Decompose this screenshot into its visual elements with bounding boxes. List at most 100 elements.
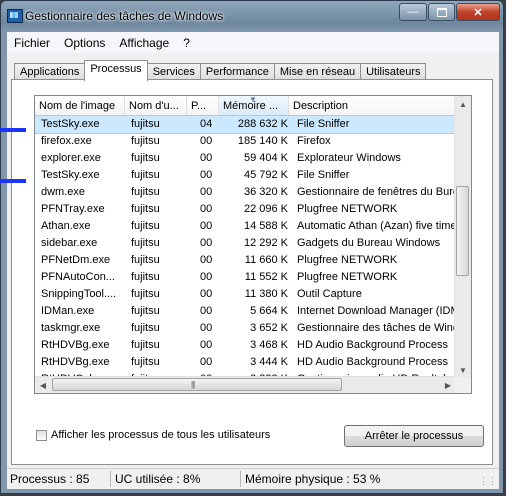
grip-icon: ||| [191, 380, 195, 389]
processes-panel: Nom de l'image Nom d'u... P... ▼ Mémoire… [11, 79, 493, 465]
show-all-processes-option[interactable]: Afficher les processus de tous les utili… [36, 429, 270, 441]
vertical-scrollbar[interactable]: ▲ ▼ [454, 96, 471, 378]
menu-fichier[interactable]: Fichier [7, 36, 57, 50]
tab-strip: Applications Processus Services Performa… [14, 60, 427, 81]
title-bar[interactable]: Gestionnaire des tâches de Windows — ✕ [1, 1, 503, 31]
status-bar: Processus : 85 UC utilisée : 8% Mémoire … [7, 468, 499, 489]
process-row[interactable]: dwm.exe fujitsu 00 36 320 K Gestionnaire de … [35, 184, 471, 201]
process-name: explorer.exe [41, 152, 101, 164]
process-name: firefox.exe [41, 135, 92, 147]
process-cpu: 00 [200, 356, 213, 368]
minimize-button[interactable]: — [399, 3, 427, 21]
process-description: Internet Download Manager (IDM) [297, 305, 464, 317]
process-row[interactable]: TestSky.exe fujitsu 00 45 792 K File Sniffer [35, 167, 471, 184]
column-image-name[interactable]: Nom de l'image [35, 96, 125, 116]
process-memory: 5 664 K [250, 305, 288, 317]
process-cpu: 00 [200, 271, 213, 283]
scroll-down-icon[interactable]: ▼ [455, 362, 471, 378]
process-name: sidebar.exe [41, 237, 98, 249]
process-name: SnippingTool.... [41, 288, 117, 300]
status-memory: Mémoire physique : 53 % [245, 472, 381, 486]
process-user: fujitsu [131, 118, 160, 130]
process-description: Outil Capture [297, 288, 362, 300]
process-user: fujitsu [131, 186, 160, 198]
resize-grip-icon[interactable]: ⋮⋮ [479, 476, 497, 487]
process-row[interactable]: PFNTray.exe fujitsu 00 22 096 K Plugfree NET… [35, 201, 471, 218]
column-memory[interactable]: ▼ Mémoire ... [219, 96, 289, 116]
column-cpu[interactable]: P... [187, 96, 219, 116]
close-button[interactable]: ✕ [456, 3, 500, 21]
process-memory: 3 468 K [250, 339, 288, 351]
process-cpu: 00 [200, 135, 213, 147]
process-memory: 45 792 K [243, 169, 288, 181]
process-memory: 288 632 K [237, 118, 288, 130]
process-name: TestSky.exe [41, 118, 100, 130]
scroll-right-icon[interactable]: ▶ [440, 377, 456, 393]
process-cpu: 00 [200, 305, 213, 317]
process-row[interactable]: firefox.exe fujitsu 00 185 140 K Firefox [35, 133, 471, 150]
process-user: fujitsu [131, 254, 160, 266]
menu-affichage[interactable]: Affichage [112, 36, 176, 50]
process-name: Athan.exe [41, 220, 91, 232]
process-row[interactable]: Athan.exe fujitsu 00 14 588 K Automatic Ath… [35, 218, 471, 235]
process-row[interactable]: sidebar.exe fujitsu 00 12 292 K Gadgets du B… [35, 235, 471, 252]
process-row[interactable]: PFNetDm.exe fujitsu 00 11 660 K Plugfree NET… [35, 252, 471, 269]
process-cpu: 04 [200, 118, 213, 130]
task-manager-icon [7, 9, 23, 23]
scroll-up-icon[interactable]: ▲ [455, 96, 471, 112]
column-user-name[interactable]: Nom d'u... [125, 96, 187, 116]
task-manager-window: Gestionnaire des tâches de Windows — ✕ F… [0, 0, 504, 494]
process-memory: 36 320 K [243, 186, 288, 198]
client-area: Fichier Options Affichage ? Applications… [6, 31, 500, 489]
highlight-marker [0, 128, 26, 132]
vertical-scroll-thumb[interactable] [456, 186, 469, 276]
process-list[interactable]: Nom de l'image Nom d'u... P... ▼ Mémoire… [34, 95, 472, 394]
process-memory: 12 292 K [243, 237, 288, 249]
process-name: taskmgr.exe [41, 322, 101, 334]
process-user: fujitsu [131, 220, 160, 232]
status-cpu: UC utilisée : 8% [111, 471, 241, 487]
process-row[interactable]: RtHDVBg.exe fujitsu 00 3 468 K HD Audio Back… [35, 337, 471, 354]
process-user: fujitsu [131, 135, 160, 147]
process-description: Plugfree NETWORK [297, 271, 398, 283]
process-user: fujitsu [131, 305, 160, 317]
tab-processus[interactable]: Processus [84, 60, 148, 81]
horizontal-scrollbar[interactable]: ◀ ||| ▶ [35, 376, 456, 393]
process-name: PFNTray.exe [41, 203, 105, 215]
menu-options[interactable]: Options [57, 36, 112, 50]
end-process-button[interactable]: Arrêter le processus [344, 425, 484, 447]
show-all-label: Afficher les processus de tous les utili… [51, 429, 271, 441]
scrollbar-corner [455, 377, 471, 393]
process-row[interactable]: taskmgr.exe fujitsu 00 3 652 K Gestionnaire … [35, 320, 471, 337]
process-memory: 11 380 K [244, 288, 288, 300]
process-description: File Sniffer [297, 118, 350, 130]
process-cpu: 00 [200, 203, 213, 215]
maximize-button[interactable] [428, 3, 455, 21]
sort-descending-icon: ▼ [249, 96, 257, 104]
process-cpu: 00 [200, 186, 213, 198]
close-icon: ✕ [473, 6, 483, 19]
process-cpu: 00 [200, 220, 213, 232]
column-description[interactable]: Description [289, 96, 459, 116]
process-row[interactable]: SnippingTool.... fujitsu 00 11 380 K Outil C… [35, 286, 471, 303]
process-row[interactable]: IDMan.exe fujitsu 00 5 664 K Internet Downlo… [35, 303, 471, 320]
process-row[interactable]: RtHDVBg.exe fujitsu 00 3 444 K HD Audio Back… [35, 354, 471, 371]
process-memory: 3 652 K [250, 322, 288, 334]
show-all-checkbox[interactable] [36, 429, 47, 441]
menu-bar: Fichier Options Affichage ? [7, 32, 499, 53]
column-header-row: Nom de l'image Nom d'u... P... ▼ Mémoire… [35, 96, 471, 117]
process-cpu: 00 [200, 254, 213, 266]
process-user: fujitsu [131, 237, 160, 249]
process-memory: 11 660 K [244, 254, 288, 266]
process-row[interactable]: explorer.exe fujitsu 00 59 404 K Explorateur… [35, 150, 471, 167]
process-name: dwm.exe [41, 186, 86, 198]
maximize-icon [436, 7, 447, 17]
process-row[interactable]: PFNAutoCon... fujitsu 00 11 552 K Plugfree N… [35, 269, 471, 286]
process-row[interactable]: TestSky.exe fujitsu 04 288 632 K File Sniffe… [35, 115, 471, 134]
menu-help[interactable]: ? [176, 36, 197, 50]
horizontal-scroll-thumb[interactable]: ||| [52, 378, 342, 391]
process-name: TestSky.exe [41, 169, 100, 181]
scroll-left-icon[interactable]: ◀ [35, 377, 51, 393]
process-description: HD Audio Background Process [297, 356, 449, 368]
process-name: PFNAutoCon... [41, 271, 115, 283]
